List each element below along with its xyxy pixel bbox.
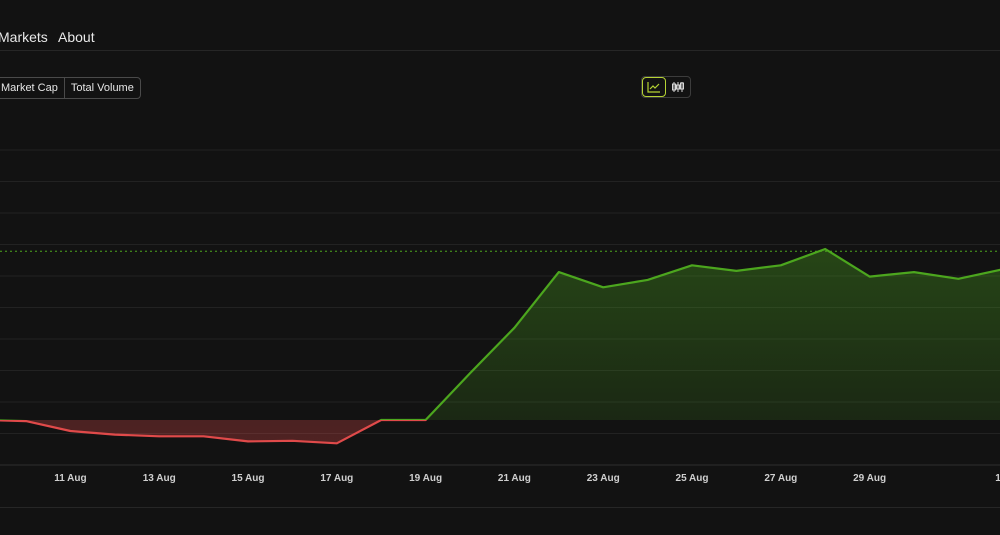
x-axis: 11 Aug 13 Aug 15 Aug 17 Aug 19 Aug 21 Aug 23 A… (54, 473, 1000, 484)
x-tick-label: 29 Aug (853, 473, 886, 484)
x-tick-label: 15 Aug (232, 473, 265, 484)
x-tick-label: 11 Aug (54, 473, 86, 484)
x-tick-label: 21 Aug (498, 473, 531, 484)
x-tick-label: 17 Aug (320, 473, 353, 484)
x-tick-label: 23 Aug (587, 473, 620, 484)
up-area (0, 249, 1000, 420)
chart-areas (0, 249, 1000, 444)
x-tick-label: 19 Aug (409, 473, 442, 484)
x-tick-label: 25 Aug (676, 473, 709, 484)
price-chart: 11 Aug 13 Aug 15 Aug 17 Aug 19 Aug 21 Aug 23 A… (0, 149, 1000, 484)
x-tick-label: 27 Aug (764, 473, 797, 484)
divider (0, 507, 1000, 508)
x-tick-label: 1 S (995, 473, 1000, 484)
x-tick-label: 13 Aug (143, 473, 176, 484)
